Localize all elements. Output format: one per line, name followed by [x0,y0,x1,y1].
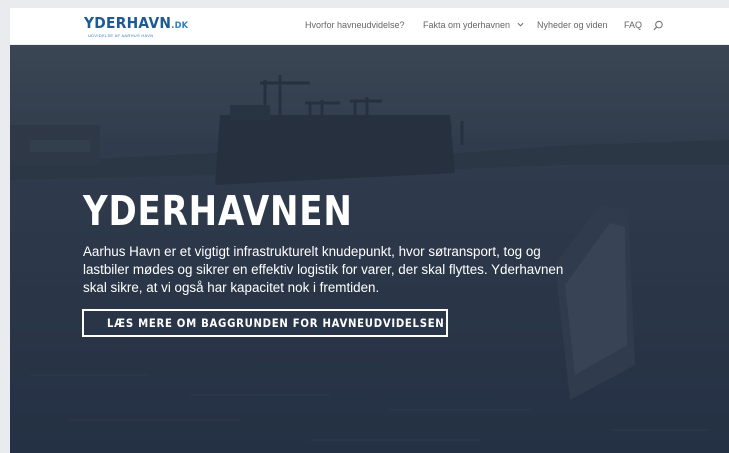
hero-title: YDERHAVNEN [83,187,353,235]
logo-tagline: UDVIDELSE AF AARHUS HAVN [88,33,154,38]
nav-item-label: Hvorfor havneudvidelse? [305,20,405,30]
nav-item-label: Nyheder og viden [537,20,608,30]
nav-item-label: FAQ [624,20,643,30]
logo-wordmark: YDERHAVN.DK [84,14,189,32]
nav-item-fakta[interactable]: Fakta om yderhavnen [423,20,524,31]
search-icon[interactable] [653,20,664,31]
nav-item-faq[interactable]: FAQ [624,20,642,31]
site-header: YDERHAVN.DK UDVIDELSE AF AARHUS HAVN Hvo… [10,8,729,45]
chevron-down-icon [517,22,524,27]
read-more-button[interactable]: LÆS MERE OM BAGGRUNDEN FOR HAVNEUDVIDELS… [82,309,448,337]
nav-item-label: Fakta om yderhavnen [423,20,511,30]
site-logo[interactable]: YDERHAVN.DK UDVIDELSE AF AARHUS HAVN [84,15,194,41]
nav-item-nyheder[interactable]: Nyheder og viden [537,20,608,31]
page: YDERHAVN.DK UDVIDELSE AF AARHUS HAVN Hvo… [10,8,729,453]
nav-item-hvorfor[interactable]: Hvorfor havneudvidelse? [305,20,405,31]
read-more-button-label: LÆS MERE OM BAGGRUNDEN FOR HAVNEUDVIDELS… [107,316,445,330]
hero-section: YDERHAVNEN Aarhus Havn er et vigtigt inf… [10,45,729,453]
hero-description: Aarhus Havn er et vigtigt infrastrukture… [83,244,564,295]
